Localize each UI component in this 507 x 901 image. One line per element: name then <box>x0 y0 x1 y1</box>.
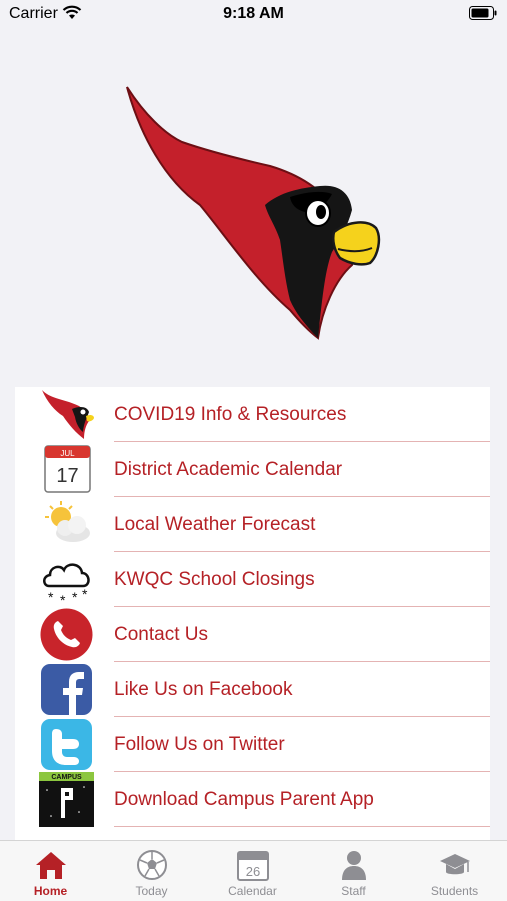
weather-icon <box>45 501 90 542</box>
clock-time: 9:18 AM <box>223 5 284 22</box>
tab-today[interactable]: Today <box>101 841 202 901</box>
battery-icon <box>469 6 497 20</box>
cardinal-logo <box>126 86 381 340</box>
menu-item-facebook[interactable]: Like Us on Facebook <box>15 662 490 717</box>
status-bar: Carrier 9:18 AM <box>0 0 507 30</box>
menu-list: COVID19 Info & Resources JUL 17 District… <box>15 387 490 840</box>
tab-calendar[interactable]: 26 Calendar <box>202 841 303 901</box>
snow-cloud-icon: * * * * <box>43 563 90 607</box>
menu-item-twitter[interactable]: Follow Us on Twitter <box>15 717 490 772</box>
school-logo <box>0 60 507 380</box>
row-divider <box>114 826 490 827</box>
facebook-icon <box>41 664 92 715</box>
tab-label: Students <box>430 884 479 898</box>
svg-text:*: * <box>48 589 54 605</box>
menu-item-label: Contact Us <box>114 624 208 645</box>
menu-item-district-calendar[interactable]: JUL 17 District Academic Calendar <box>15 442 490 497</box>
person-icon <box>342 851 366 880</box>
tab-staff[interactable]: Staff <box>303 841 404 901</box>
soccer-ball-icon <box>137 850 167 880</box>
menu-item-label: Follow Us on Twitter <box>114 734 285 755</box>
menu-item-school-closings[interactable]: * * * * KWQC School Closings <box>15 552 490 607</box>
calendar-tab-icon: 26 <box>237 851 269 881</box>
tab-label: Calendar <box>228 884 277 898</box>
tab-label: Staff <box>341 884 366 898</box>
menu-item-label: Like Us on Facebook <box>114 679 293 700</box>
menu-item-label: Download Campus Parent App <box>114 789 374 810</box>
calendar-tab-day: 26 <box>246 864 260 879</box>
home-icon <box>36 852 66 879</box>
tab-label: Today <box>135 884 168 898</box>
campus-icon-text: CAMPUS <box>51 774 82 781</box>
calendar-day: 17 <box>56 465 78 487</box>
menu-item-label: Local Weather Forecast <box>114 514 316 535</box>
calendar-month: JUL <box>60 449 75 458</box>
graduation-cap-icon <box>440 854 470 875</box>
tab-students[interactable]: Students <box>404 841 505 901</box>
menu-item-label: KWQC School Closings <box>114 569 315 590</box>
cardinal-icon <box>42 390 94 439</box>
campus-app-icon: CAMPUS <box>39 772 94 827</box>
menu-item-campus-app[interactable]: CAMPUS Download Campus Parent App <box>15 772 490 827</box>
menu-item-covid-info[interactable]: COVID19 Info & Resources <box>15 387 490 442</box>
menu-item-label: District Academic Calendar <box>114 459 343 480</box>
phone-icon <box>40 608 93 661</box>
tab-home[interactable]: Home <box>0 841 101 901</box>
calendar-icon: JUL 17 <box>44 445 91 493</box>
svg-text:*: * <box>60 592 66 607</box>
svg-text:*: * <box>72 589 78 605</box>
tab-label: Home <box>33 884 68 898</box>
svg-text:*: * <box>82 586 88 602</box>
menu-item-label: COVID19 Info & Resources <box>114 404 347 425</box>
twitter-icon <box>41 719 92 770</box>
tab-bar: Home Today 26 Calendar Staff Students <box>0 840 507 901</box>
menu-item-weather[interactable]: Local Weather Forecast <box>15 497 490 552</box>
menu-item-contact-us[interactable]: Contact Us <box>15 607 490 662</box>
